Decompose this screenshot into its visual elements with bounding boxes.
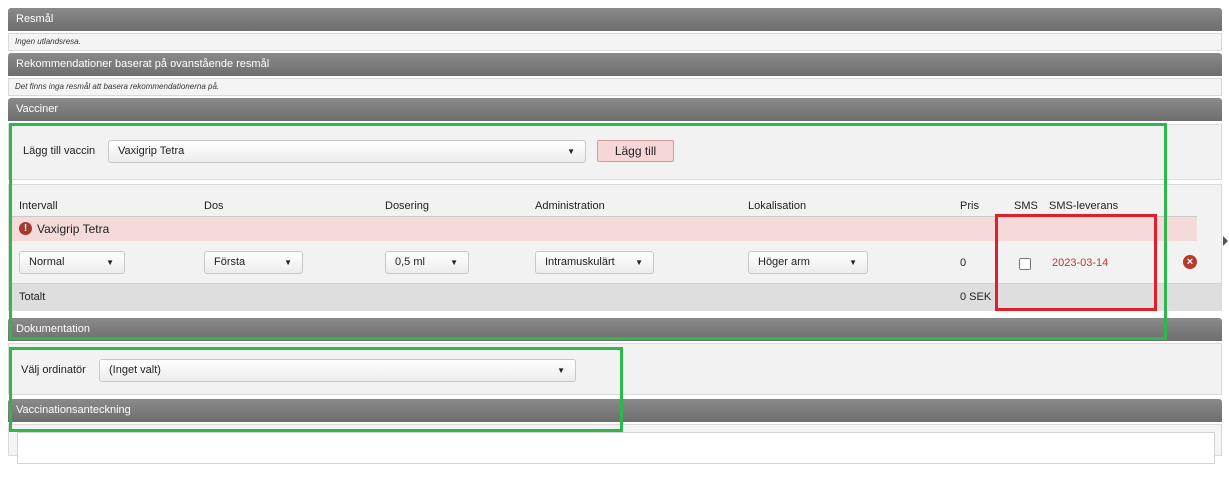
rekommendationer-header: Rekommendationer baserat på ovanstående …: [8, 53, 1222, 76]
annotation-red-box-sms: [995, 214, 1157, 311]
remove-vaccine-icon[interactable]: ×: [1183, 255, 1197, 269]
annotation-green-box-dokumentation: [9, 347, 623, 432]
vacciner-header: Vacciner: [8, 98, 1222, 121]
resmal-header: Resmål: [8, 8, 1222, 31]
anteckning-textarea[interactable]: [17, 432, 1215, 464]
annotation-green-box-vacciner: [9, 123, 1167, 340]
resmal-note: Ingen utlandsresa.: [8, 33, 1222, 51]
scroll-arrow-icon[interactable]: [1223, 236, 1228, 246]
rekommendationer-note: Det finns inga resmål att basera rekomme…: [8, 78, 1222, 96]
